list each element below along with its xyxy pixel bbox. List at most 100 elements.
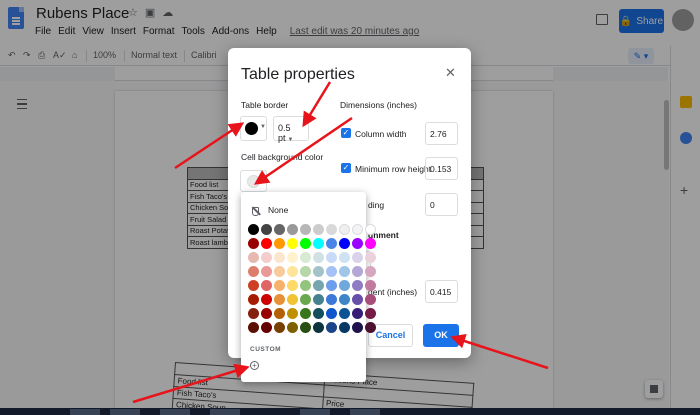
color-swatch[interactable] bbox=[248, 280, 259, 291]
min-row-height-input[interactable]: 0.153 bbox=[425, 157, 458, 180]
color-swatch[interactable] bbox=[365, 280, 376, 291]
color-swatch[interactable] bbox=[274, 252, 285, 263]
color-swatch[interactable] bbox=[339, 308, 350, 319]
color-swatch[interactable] bbox=[352, 224, 363, 235]
color-swatch[interactable] bbox=[352, 238, 363, 249]
color-swatch[interactable] bbox=[352, 266, 363, 277]
ok-button[interactable]: OK bbox=[423, 324, 459, 347]
color-swatch[interactable] bbox=[326, 238, 337, 249]
color-swatch[interactable] bbox=[313, 238, 324, 249]
swatch-row bbox=[248, 280, 376, 291]
color-swatch[interactable] bbox=[300, 224, 311, 235]
border-width-select[interactable]: 0.5 pt ▼ bbox=[273, 116, 309, 143]
column-width-input[interactable]: 2.76 bbox=[425, 122, 458, 145]
color-swatch[interactable] bbox=[326, 280, 337, 291]
color-swatch[interactable] bbox=[248, 252, 259, 263]
color-swatch[interactable] bbox=[313, 266, 324, 277]
color-swatch[interactable] bbox=[261, 294, 272, 305]
color-swatch[interactable] bbox=[261, 266, 272, 277]
color-swatch[interactable] bbox=[339, 252, 350, 263]
cell-background-color-button[interactable] bbox=[240, 170, 267, 192]
color-swatch[interactable] bbox=[339, 294, 350, 305]
grayscale-swatch-grid bbox=[248, 224, 376, 252]
swatch-row bbox=[248, 322, 376, 333]
color-swatch[interactable] bbox=[287, 252, 298, 263]
color-swatch[interactable] bbox=[300, 294, 311, 305]
left-indent-input[interactable]: 0.415 bbox=[425, 280, 458, 303]
color-swatch[interactable] bbox=[261, 224, 272, 235]
color-swatch[interactable] bbox=[274, 294, 285, 305]
color-swatch[interactable] bbox=[313, 294, 324, 305]
min-row-height-checkbox[interactable]: ✓ bbox=[341, 163, 351, 173]
color-swatch[interactable] bbox=[300, 322, 311, 333]
color-swatch[interactable] bbox=[313, 308, 324, 319]
color-swatch[interactable] bbox=[339, 322, 350, 333]
color-swatch[interactable] bbox=[300, 280, 311, 291]
cell-background-swatch bbox=[247, 175, 260, 188]
color-swatch[interactable] bbox=[261, 252, 272, 263]
color-swatch[interactable] bbox=[326, 308, 337, 319]
color-swatch[interactable] bbox=[274, 280, 285, 291]
color-swatch[interactable] bbox=[287, 238, 298, 249]
color-swatch[interactable] bbox=[287, 280, 298, 291]
color-swatch[interactable] bbox=[248, 322, 259, 333]
color-swatch[interactable] bbox=[287, 322, 298, 333]
color-swatch[interactable] bbox=[352, 294, 363, 305]
color-swatch[interactable] bbox=[339, 224, 350, 235]
column-width-checkbox[interactable]: ✓ bbox=[341, 128, 351, 138]
color-swatch[interactable] bbox=[300, 238, 311, 249]
color-swatch[interactable] bbox=[352, 308, 363, 319]
color-swatch[interactable] bbox=[248, 266, 259, 277]
color-swatch[interactable] bbox=[352, 252, 363, 263]
color-swatch[interactable] bbox=[326, 294, 337, 305]
color-swatch[interactable] bbox=[365, 308, 376, 319]
color-swatch[interactable] bbox=[313, 322, 324, 333]
color-swatch[interactable] bbox=[352, 322, 363, 333]
swatch-row bbox=[248, 266, 376, 277]
border-color-swatch bbox=[245, 122, 258, 135]
color-swatch[interactable] bbox=[365, 252, 376, 263]
color-swatch[interactable] bbox=[339, 238, 350, 249]
color-swatch[interactable] bbox=[300, 266, 311, 277]
color-swatch[interactable] bbox=[274, 322, 285, 333]
color-swatch[interactable] bbox=[261, 280, 272, 291]
color-swatch[interactable] bbox=[274, 266, 285, 277]
color-swatch[interactable] bbox=[313, 280, 324, 291]
close-icon[interactable]: ✕ bbox=[445, 65, 456, 81]
color-swatch[interactable] bbox=[365, 266, 376, 277]
color-swatch[interactable] bbox=[287, 308, 298, 319]
color-swatch[interactable] bbox=[339, 280, 350, 291]
add-custom-color-icon[interactable]: + bbox=[250, 361, 259, 370]
color-swatch[interactable] bbox=[365, 224, 376, 235]
color-swatch[interactable] bbox=[313, 252, 324, 263]
color-swatch[interactable] bbox=[352, 280, 363, 291]
color-swatch[interactable] bbox=[365, 322, 376, 333]
color-swatch[interactable] bbox=[274, 224, 285, 235]
color-swatch[interactable] bbox=[261, 322, 272, 333]
cell-padding-input[interactable]: 0 bbox=[425, 193, 458, 216]
color-swatch[interactable] bbox=[313, 224, 324, 235]
color-swatch[interactable] bbox=[274, 238, 285, 249]
color-swatch[interactable] bbox=[287, 294, 298, 305]
color-swatch[interactable] bbox=[326, 322, 337, 333]
color-swatch[interactable] bbox=[287, 266, 298, 277]
swatch-row bbox=[248, 238, 376, 249]
color-swatch[interactable] bbox=[248, 224, 259, 235]
color-swatch[interactable] bbox=[326, 252, 337, 263]
color-swatch[interactable] bbox=[274, 308, 285, 319]
color-swatch[interactable] bbox=[365, 238, 376, 249]
color-swatch[interactable] bbox=[261, 308, 272, 319]
color-swatch[interactable] bbox=[287, 224, 298, 235]
color-swatch[interactable] bbox=[326, 224, 337, 235]
color-swatch[interactable] bbox=[248, 308, 259, 319]
color-swatch[interactable] bbox=[248, 294, 259, 305]
color-swatch[interactable] bbox=[339, 266, 350, 277]
color-swatch[interactable] bbox=[300, 252, 311, 263]
color-swatch[interactable] bbox=[300, 308, 311, 319]
color-swatch[interactable] bbox=[261, 238, 272, 249]
color-swatch[interactable] bbox=[365, 294, 376, 305]
color-swatch[interactable] bbox=[326, 266, 337, 277]
color-swatch[interactable] bbox=[248, 238, 259, 249]
border-color-button[interactable]: ▼ bbox=[240, 116, 267, 141]
no-color-option[interactable]: None bbox=[251, 205, 288, 216]
